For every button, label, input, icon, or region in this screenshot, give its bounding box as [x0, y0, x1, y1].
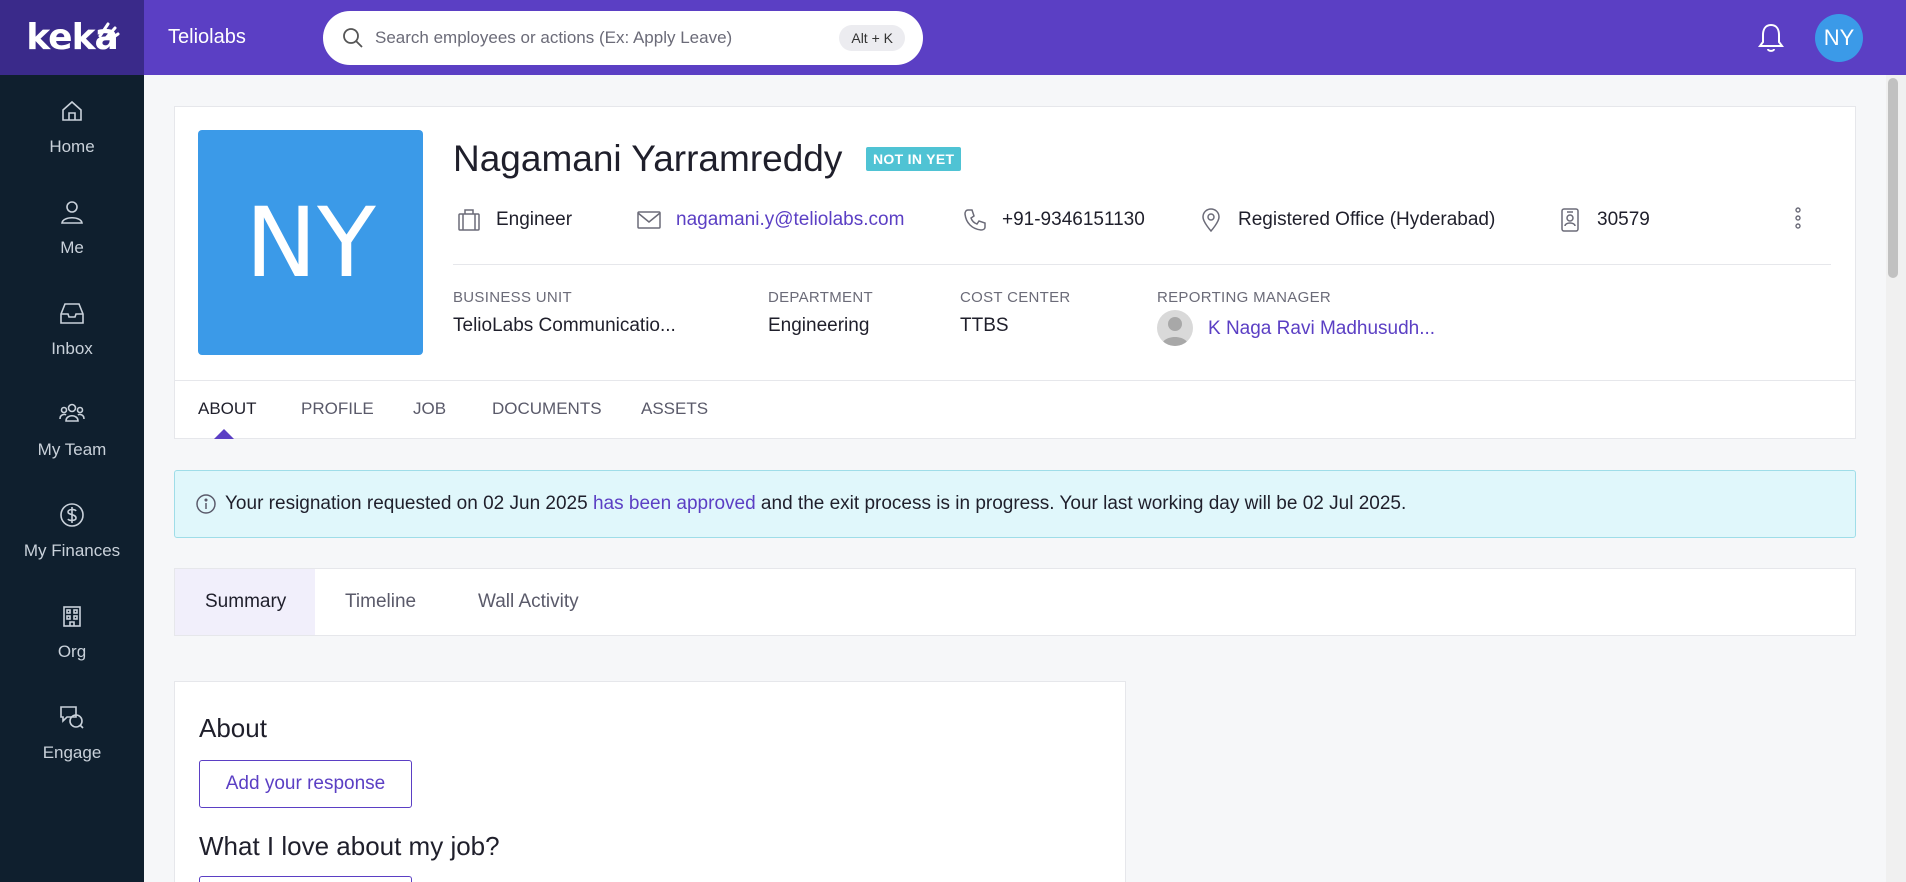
sidebar-item-me[interactable]: Me [0, 198, 144, 288]
love-job-title: What I love about my job? [199, 831, 500, 861]
reporting-manager-label: REPORTING MANAGER [1157, 289, 1332, 306]
business-unit-value: TelioLabs Communicatio... [453, 315, 676, 336]
department-value: Engineering [768, 315, 870, 336]
sidebar-item-label: Engage [42, 743, 102, 762]
tab-about[interactable]: ABOUT [198, 399, 257, 419]
chat-icon [60, 706, 84, 729]
status-badge: NOT IN YET [866, 147, 962, 171]
logo-spark-icon [98, 22, 120, 40]
logo[interactable]: keka [0, 0, 144, 75]
sidebar-item-engage[interactable]: Engage [0, 703, 144, 793]
sidebar-item-inbox[interactable]: Inbox [0, 299, 144, 389]
sidebar-item-label: Home [49, 137, 95, 156]
mail-icon [637, 211, 661, 229]
business-unit-label: BUSINESS UNIT [453, 289, 572, 306]
building-icon [63, 606, 81, 627]
designation-text: Engineer [496, 209, 573, 230]
search-bar[interactable]: Alt + K [323, 11, 923, 65]
person-icon [61, 201, 83, 224]
sidebar-item-my-team[interactable]: My Team [0, 400, 144, 490]
home-icon [62, 100, 82, 121]
sidebar-item-label: Me [60, 238, 84, 257]
cost-center-label: COST CENTER [960, 289, 1071, 306]
user-avatar[interactable]: NY [1815, 14, 1863, 62]
subtab-wall-activity[interactable]: Wall Activity [478, 569, 579, 635]
sidebar-item-my-finances[interactable]: My Finances [0, 501, 144, 591]
subtab-summary[interactable]: Summary [175, 569, 315, 635]
sidebar-item-org[interactable]: Org [0, 602, 144, 692]
active-tab-indicator [214, 429, 234, 439]
info-icon [196, 494, 216, 514]
subtab-timeline[interactable]: Timeline [345, 569, 416, 635]
add-response-button-2[interactable] [199, 876, 412, 882]
phone-icon [964, 209, 986, 231]
org-name[interactable]: Teliolabs [168, 26, 246, 49]
sidebar-item-label: Org [57, 642, 87, 661]
inbox-icon [60, 303, 84, 324]
email[interactable]: nagamani.y@teliolabs.com [636, 206, 904, 234]
reporting-manager-link[interactable]: K Naga Ravi Madhusudh... [1208, 318, 1435, 340]
location-text: Registered Office (Hyderabad) [1238, 209, 1496, 230]
tab-assets[interactable]: ASSETS [641, 399, 708, 419]
manager-avatar[interactable] [1157, 310, 1193, 346]
department-label: DEPARTMENT [768, 289, 873, 306]
sub-tabs: Summary Timeline Wall Activity [174, 568, 1856, 636]
profile-divider [453, 264, 1831, 265]
alert-text-after: and the exit process is in progress. You… [755, 493, 1407, 514]
search-icon [343, 28, 363, 48]
profile-avatar: NY [198, 130, 423, 355]
team-icon [59, 403, 85, 422]
more-options-icon[interactable] [1790, 205, 1806, 231]
resignation-alert: Your resignation requested on 02 Jun 202… [174, 470, 1856, 538]
tab-job[interactable]: JOB [413, 399, 446, 419]
sidebar-item-label: My Finances [23, 541, 121, 560]
employee-id: 30579 [1557, 206, 1650, 234]
employee-name: Nagamani Yarramreddy [453, 138, 843, 179]
search-input[interactable] [375, 28, 840, 48]
tab-documents[interactable]: DOCUMENTS [492, 399, 602, 419]
about-title: About [199, 713, 267, 743]
sidebar: Home Me Inbox My Team My Finances Org En… [0, 75, 144, 882]
notification-bell-icon[interactable] [1756, 22, 1786, 54]
location: Registered Office (Hyderabad) [1198, 206, 1495, 234]
designation: Engineer [456, 206, 572, 234]
person-placeholder-icon [1161, 317, 1189, 346]
tabs-separator [174, 380, 1856, 381]
alert-text-before: Your resignation requested on 02 Jun 202… [225, 493, 593, 514]
tab-profile[interactable]: PROFILE [301, 399, 374, 419]
top-bar [0, 0, 1906, 75]
profile-header-card [174, 106, 1856, 439]
location-pin-icon [1202, 208, 1220, 233]
phone-text: +91-9346151130 [1002, 209, 1145, 230]
cost-center-value: TTBS [960, 315, 1009, 336]
email-link[interactable]: nagamani.y@teliolabs.com [676, 209, 904, 231]
page-scrollbar-thumb[interactable] [1888, 78, 1898, 278]
alert-approved-link[interactable]: has been approved [593, 493, 756, 515]
add-response-button[interactable]: Add your response [199, 760, 412, 808]
id-badge-icon [1561, 208, 1579, 232]
briefcase-icon [458, 209, 480, 231]
dollar-icon [60, 503, 84, 527]
sidebar-item-label: Inbox [51, 339, 93, 358]
search-shortcut-badge: Alt + K [839, 25, 905, 51]
phone: +91-9346151130 [962, 206, 1145, 234]
sidebar-item-label: My Team [37, 440, 107, 459]
employee-id-text: 30579 [1597, 209, 1650, 230]
sidebar-item-home[interactable]: Home [0, 97, 144, 187]
